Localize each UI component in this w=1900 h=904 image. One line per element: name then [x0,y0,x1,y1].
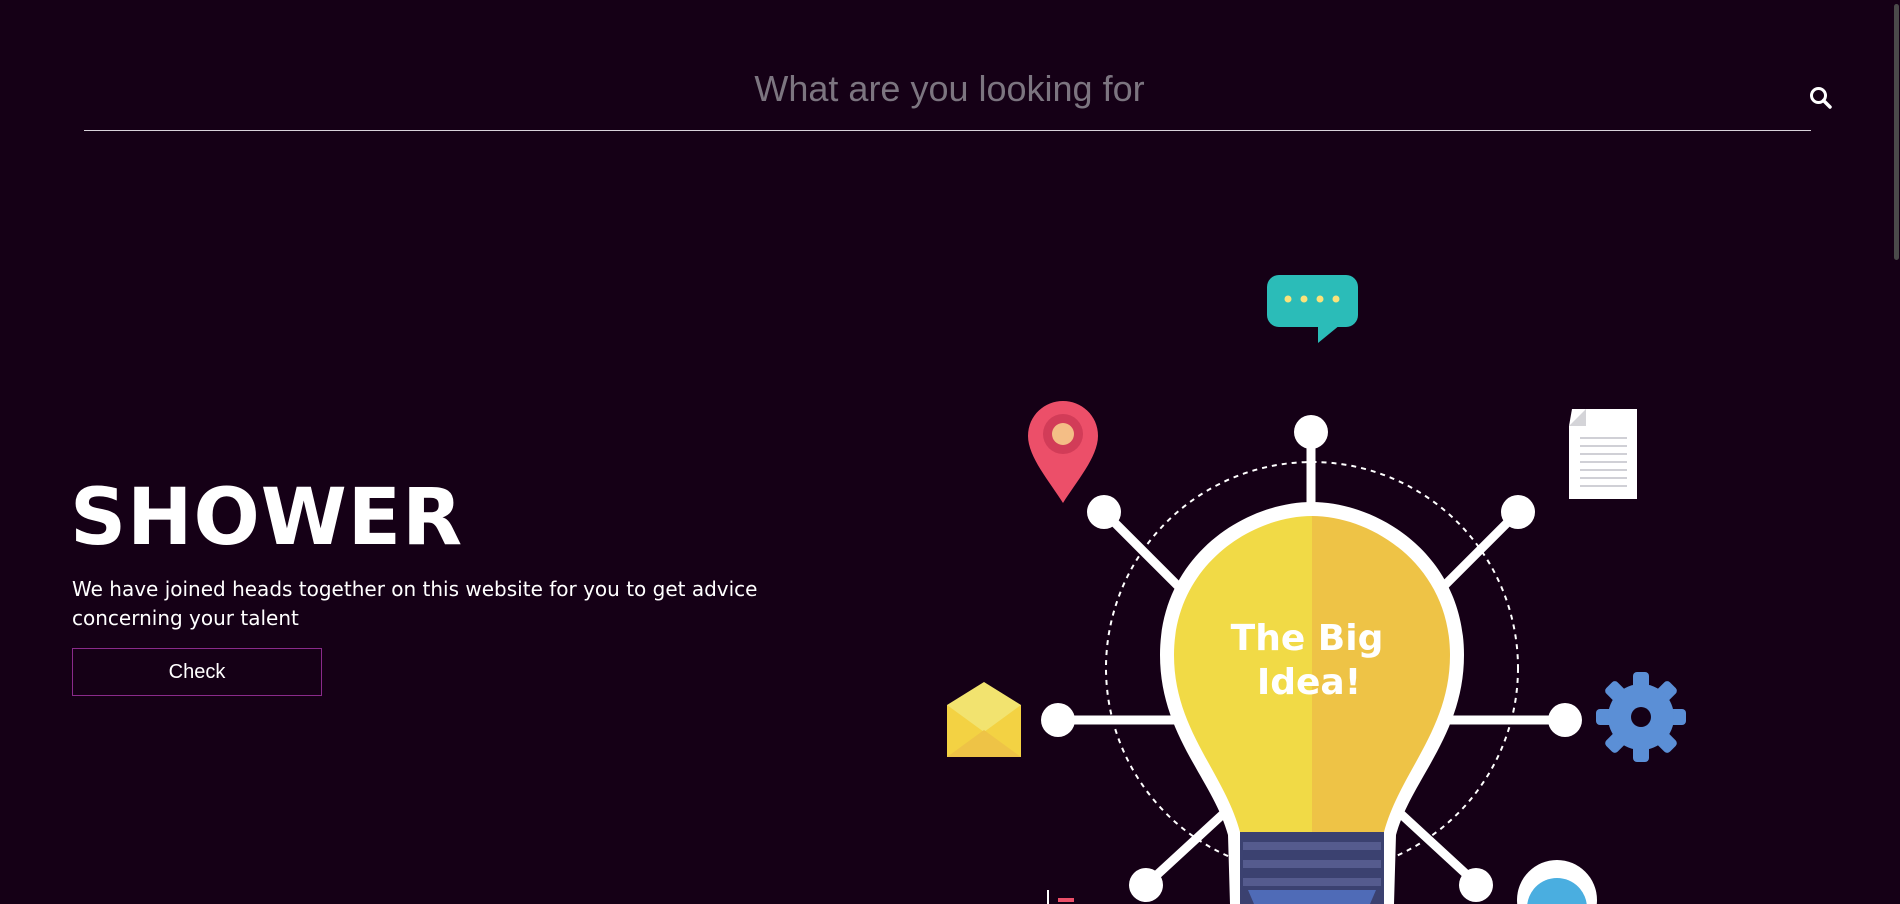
partial-icon-bottom [1047,890,1074,904]
page: SHOWER We have joined heads together on … [0,0,1900,904]
circle-icon [1517,860,1597,904]
check-button[interactable]: Check [72,648,322,696]
bulb-text-line2: Idea! [1257,662,1361,703]
bulb-text-line1: The Big [1231,618,1384,659]
search-bar [84,50,1832,131]
search-input[interactable] [84,58,1815,120]
envelope-icon [947,682,1021,757]
speech-bubble-icon [1267,275,1358,343]
scrollbar[interactable] [1893,0,1900,904]
big-idea-illustration: The Big Idea! [947,275,1686,904]
search-icon[interactable] [1808,85,1834,111]
document-icon [1569,409,1637,499]
scrollbar-thumb[interactable] [1894,4,1899,260]
location-pin-icon [1028,401,1098,503]
hero-description: We have joined heads together on this we… [72,577,758,630]
hero-title: SHOWER [70,473,464,563]
gear-icon [1596,672,1686,762]
